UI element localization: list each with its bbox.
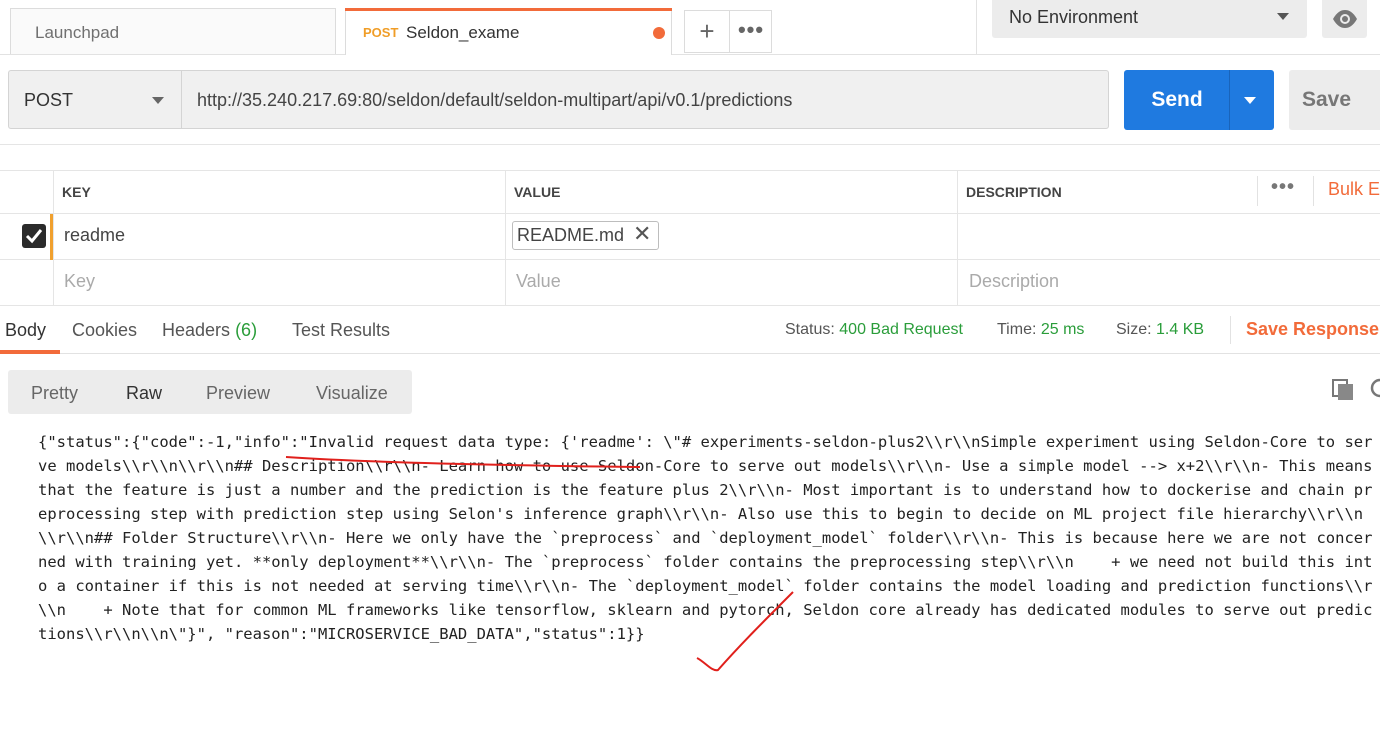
search-icon[interactable] [1368,378,1380,402]
format-raw[interactable]: Raw [126,383,162,404]
save-response-button[interactable]: Save Response [1246,319,1379,340]
time-value: 25 ms [1040,321,1085,338]
save-button[interactable]: Save [1289,70,1380,130]
tab-options-button[interactable]: ••• [730,11,772,52]
table-row [0,214,1380,260]
column-header-description: DESCRIPTION [958,170,1380,214]
tab-launchpad[interactable]: Launchpad [10,8,336,54]
table-row-empty [0,260,1380,306]
tab-launchpad-label: Launchpad [35,23,120,42]
column-header-key-label: KEY [62,184,91,200]
file-chip: README.md ✕ [512,221,659,250]
size-value: 1.4 KB [1156,321,1205,338]
save-label: Save [1302,88,1352,111]
headers-count-badge: (6) [235,320,258,340]
active-tab-indicator [345,8,672,11]
remove-file-icon[interactable]: ✕ [633,221,651,247]
response-body[interactable]: {"status":{"code":-1,"info":"Invalid req… [38,430,1380,646]
unsaved-dot-icon [653,27,665,39]
response-status: Status: 400 Bad Request [785,321,963,339]
divider [976,0,977,54]
size-label: Size: [1116,321,1152,338]
row-checkbox[interactable] [22,224,46,248]
divider [1313,176,1314,206]
method-label: POST [24,90,74,110]
format-preview[interactable]: Preview [206,383,270,404]
header-checkbox-column [0,170,54,214]
response-size: Size: 1.4 KB [1116,321,1204,339]
response-time: Time: 25 ms [997,321,1084,339]
status-label: Status: [785,321,835,338]
eye-icon [1333,10,1357,28]
url-input[interactable]: http://35.240.217.69:80/seldon/default/s… [181,70,1109,129]
column-header-value: VALUE [506,170,958,214]
time-label: Time: [997,321,1037,338]
url-text: http://35.240.217.69:80/seldon/default/s… [197,90,793,110]
new-tab-button[interactable]: + [685,11,730,52]
copy-icon[interactable] [1331,378,1355,402]
divider [0,144,1380,145]
environment-label: No Environment [1009,7,1139,27]
bulk-edit-link[interactable]: Bulk E [1328,179,1380,200]
description-placeholder[interactable]: Description [969,271,1059,292]
send-divider [1229,70,1230,130]
key-placeholder[interactable]: Key [64,271,95,292]
tab-headers-label: Headers [162,320,231,340]
tab-seldon-exame[interactable]: POST Seldon_exame [345,8,672,55]
format-pretty[interactable]: Pretty [31,383,78,404]
tab-cookies[interactable]: Cookies [72,320,137,341]
divider [957,170,958,306]
file-name: README.md [517,225,625,245]
tab-body[interactable]: Body [5,320,46,341]
table-options-button[interactable]: ••• [1271,176,1295,199]
format-toggle: Pretty Raw Preview Visualize [8,370,412,414]
tab-name-label: Seldon_exame [406,23,520,42]
status-value: 400 Bad Request [839,321,963,338]
send-options-chevron-icon[interactable] [1244,97,1256,104]
tab-test-results[interactable]: Test Results [292,320,390,341]
divider [505,170,506,306]
chevron-down-icon [152,97,164,104]
column-header-key: KEY [54,170,506,214]
tab-actions: + ••• [684,10,772,53]
environment-select[interactable]: No Environment [992,0,1307,38]
send-label: Send [1151,88,1203,111]
column-header-value-label: VALUE [514,184,561,200]
tab-method-label: POST [363,25,399,40]
row-edit-indicator [50,214,53,260]
environment-quick-look-button[interactable] [1322,0,1367,38]
tab-headers[interactable]: Headers (6) [162,320,257,341]
column-header-description-label: DESCRIPTION [966,184,1062,200]
value-placeholder[interactable]: Value [516,271,561,292]
active-tab-underline [0,350,60,354]
format-visualize[interactable]: Visualize [316,383,388,404]
divider [1230,316,1231,344]
send-button[interactable]: Send [1124,70,1274,130]
checkmark-icon [25,229,43,244]
chevron-down-icon [1277,13,1289,20]
param-key[interactable]: readme [64,225,125,246]
divider [53,170,54,306]
divider [1257,176,1258,206]
method-select[interactable]: POST [8,70,182,129]
